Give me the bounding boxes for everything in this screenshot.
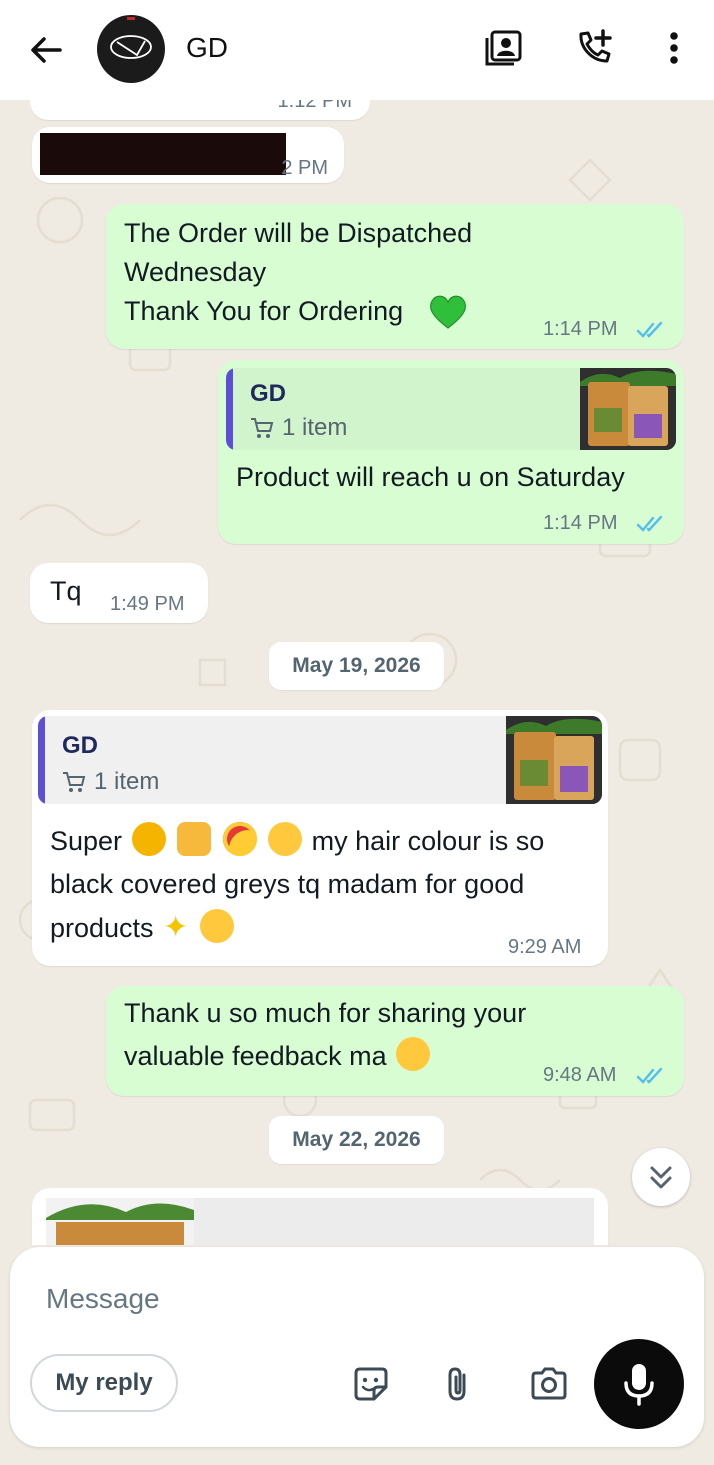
quote-item-count: 1 item bbox=[282, 414, 348, 441]
quote-item-count: 1 item bbox=[94, 768, 160, 795]
product-thumbnail bbox=[506, 716, 602, 804]
message-time: 1:14 PM bbox=[543, 318, 618, 340]
sparkles-emoji: ✦ bbox=[163, 911, 189, 944]
message-time: 9:48 AM bbox=[543, 1064, 617, 1086]
message-redacted[interactable]: 2 PM bbox=[32, 127, 344, 183]
read-ticks-icon bbox=[636, 321, 663, 338]
quote-subtitle-row: 1 item bbox=[62, 768, 159, 796]
message-text-line-1: Super my hair colour is so bbox=[50, 822, 600, 861]
smiling-face-emoji bbox=[199, 909, 234, 943]
message-text-line-2: black covered greys tq madam for good bbox=[50, 869, 525, 899]
heart-eyes-emoji bbox=[222, 822, 257, 856]
message-text: The Order will be Dispatched Wednesday T… bbox=[124, 218, 473, 326]
message-time: 1:14 PM bbox=[543, 512, 618, 534]
message-outgoing-product-reply[interactable]: GD 1 item Product will reach u on Saturd… bbox=[218, 360, 684, 544]
quote-bar bbox=[226, 368, 233, 450]
quote-sender: GD bbox=[250, 380, 286, 407]
message-input[interactable] bbox=[46, 1277, 546, 1321]
message-text-fragment: Super bbox=[50, 826, 123, 856]
smiling-face-emoji bbox=[396, 1037, 431, 1071]
quoted-product[interactable]: GD 1 item bbox=[226, 368, 676, 450]
message-text-line-3: products ✦ bbox=[50, 908, 236, 948]
voice-message-button[interactable] bbox=[594, 1339, 684, 1429]
message-text-fragment: my hair colour is so bbox=[311, 826, 545, 856]
date-separator: May 19, 2026 bbox=[269, 642, 444, 690]
message-text-line-1: Thank u so much for sharing your bbox=[124, 998, 527, 1028]
message-time: 9:29 AM bbox=[508, 936, 582, 958]
quote-placeholder bbox=[194, 1198, 594, 1245]
message-text-line-2: valuable feedback ma bbox=[124, 1037, 432, 1076]
quote-subtitle-row: 1 item bbox=[250, 414, 347, 442]
message-text: Product will reach u on Saturday bbox=[236, 462, 625, 492]
message-time: 2 PM bbox=[281, 157, 328, 179]
chat-area[interactable]: 1:12 PM 2 PM The Order will be Dispatche… bbox=[0, 100, 714, 1245]
date-separator: May 22, 2026 bbox=[269, 1116, 444, 1164]
thumbs-up-emoji bbox=[177, 822, 212, 856]
attach-button[interactable] bbox=[438, 1363, 480, 1405]
green-heart-emoji bbox=[428, 292, 468, 330]
message-text: Tq bbox=[50, 576, 82, 606]
sticker-button[interactable] bbox=[350, 1363, 392, 1405]
camera-button[interactable] bbox=[528, 1363, 570, 1405]
message-composer: My reply bbox=[10, 1247, 704, 1447]
more-vert-icon bbox=[670, 32, 678, 64]
sticker-icon bbox=[354, 1367, 388, 1401]
cart-icon bbox=[251, 418, 274, 438]
quote-sender: GD bbox=[62, 732, 98, 759]
message-incoming[interactable]: Tq 1:49 PM bbox=[30, 563, 208, 623]
ok-hand-emoji bbox=[131, 822, 166, 856]
message-text-fragment: products bbox=[50, 913, 154, 943]
contact-name[interactable]: GD bbox=[186, 32, 228, 64]
contact-card-icon bbox=[485, 30, 522, 66]
message-incoming-feedback[interactable]: GD 1 item Super my hair colour is so bla… bbox=[32, 710, 608, 966]
message-outgoing[interactable]: The Order will be Dispatched Wednesday T… bbox=[106, 204, 684, 349]
product-thumbnail bbox=[580, 368, 676, 450]
mic-icon bbox=[624, 1364, 654, 1406]
contact-card-button[interactable] bbox=[482, 26, 526, 70]
scroll-to-bottom-button[interactable] bbox=[632, 1148, 690, 1206]
more-options-button[interactable] bbox=[652, 26, 692, 70]
avatar[interactable] bbox=[97, 15, 165, 83]
add-call-button[interactable] bbox=[572, 26, 616, 70]
smiling-hearts-emoji bbox=[268, 822, 303, 856]
quoted-product[interactable]: GD 1 item bbox=[38, 716, 602, 804]
message-text-fragment: valuable feedback ma bbox=[124, 1041, 387, 1071]
double-chevron-down-icon bbox=[650, 1166, 672, 1189]
avatar-logo-icon bbox=[110, 17, 152, 59]
cart-icon bbox=[63, 772, 86, 792]
message-time: 1:12 PM bbox=[277, 100, 352, 112]
message-time: 1:49 PM bbox=[110, 593, 185, 615]
quote-bar bbox=[38, 716, 45, 804]
add-call-icon bbox=[579, 29, 612, 63]
chat-header: GD bbox=[0, 0, 714, 100]
paperclip-icon bbox=[448, 1367, 466, 1401]
read-ticks-icon bbox=[636, 1067, 663, 1084]
camera-icon bbox=[531, 1367, 567, 1400]
redaction-block bbox=[40, 133, 286, 175]
arrow-left-icon bbox=[31, 37, 62, 63]
message-partial-top[interactable]: 1:12 PM bbox=[30, 100, 370, 120]
my-reply-chip[interactable]: My reply bbox=[30, 1354, 178, 1412]
back-button[interactable] bbox=[24, 28, 68, 72]
message-incoming-partial[interactable] bbox=[32, 1188, 608, 1245]
message-outgoing[interactable]: Thank u so much for sharing your valuabl… bbox=[106, 986, 684, 1096]
product-thumbnail bbox=[46, 1198, 194, 1245]
read-ticks-icon bbox=[636, 515, 663, 532]
